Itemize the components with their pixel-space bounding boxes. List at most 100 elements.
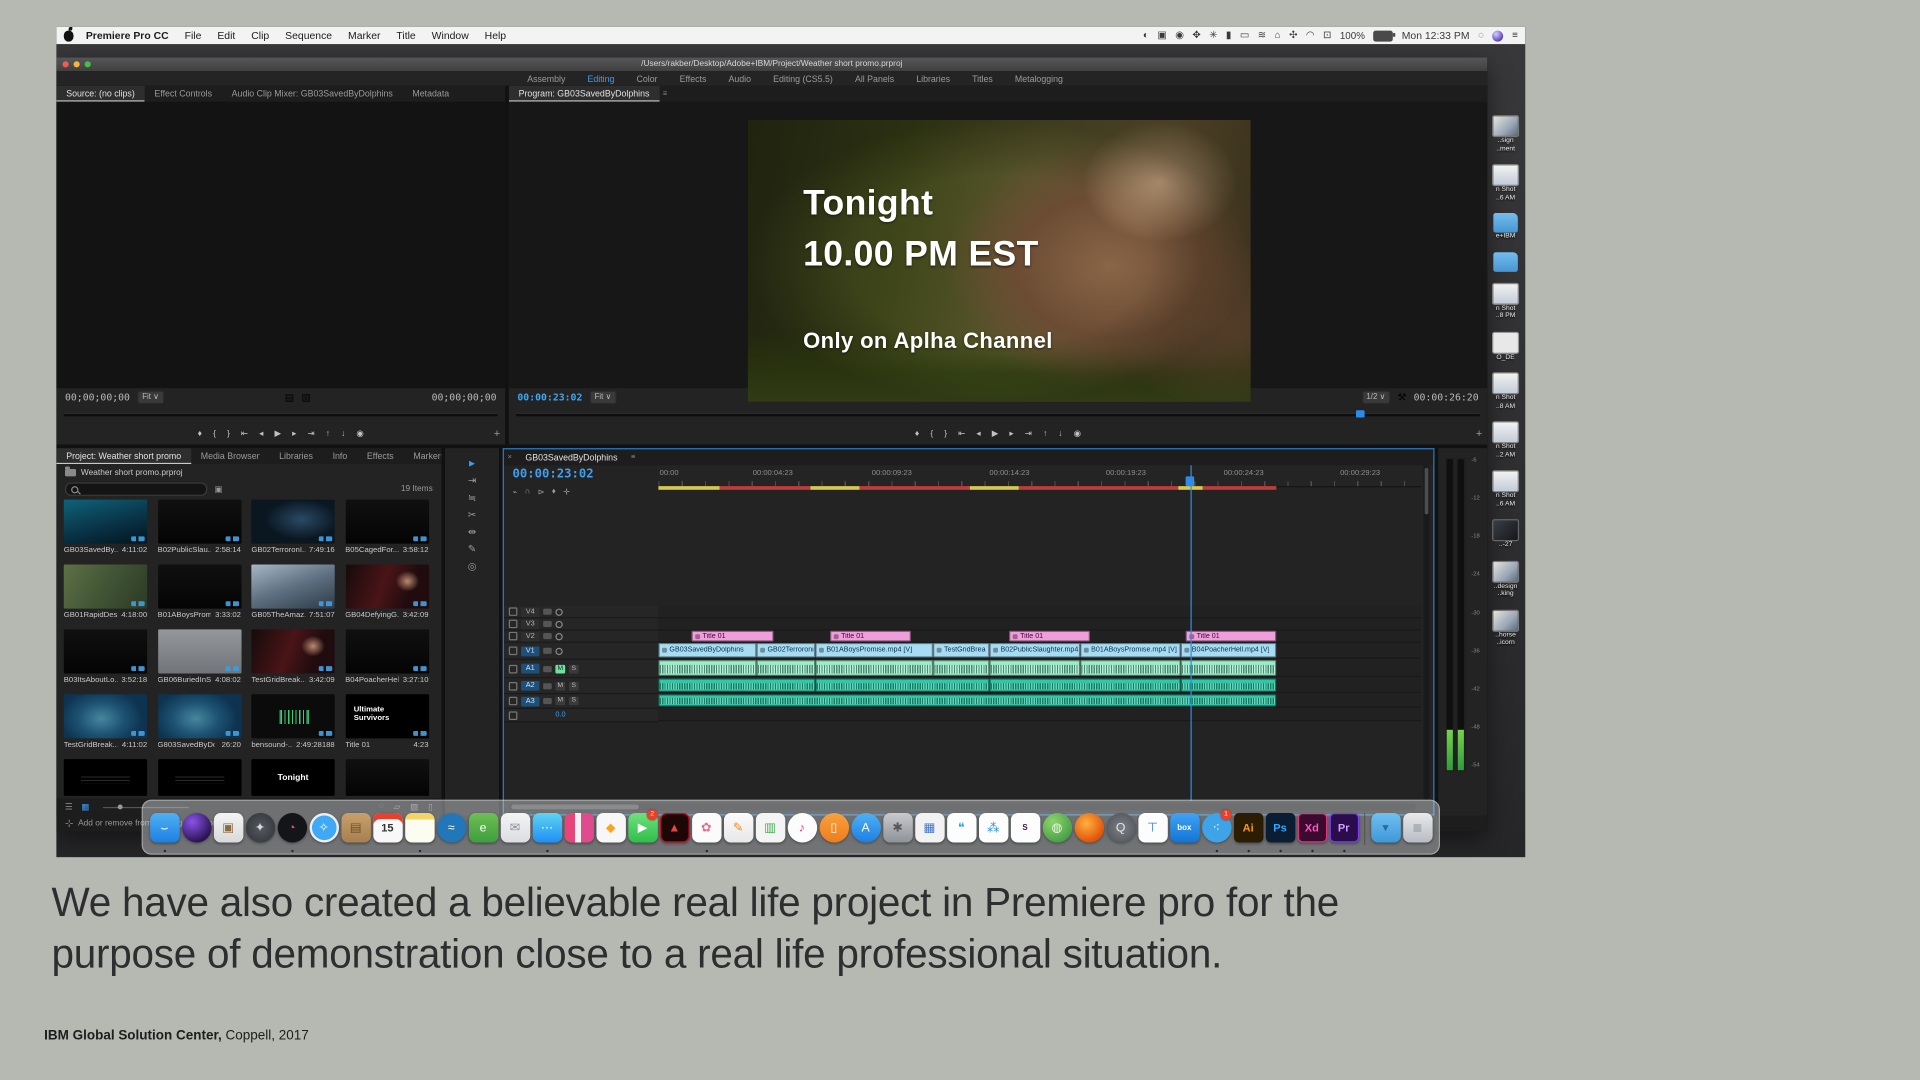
track-lock-icon[interactable] bbox=[508, 710, 518, 720]
timeline-title-clip[interactable]: Title 01 bbox=[830, 630, 911, 642]
project-item-thumbnail[interactable] bbox=[251, 499, 335, 544]
dock-app-icon[interactable]: Xd bbox=[1297, 813, 1328, 853]
program-current-timecode[interactable]: 00:00:23:02 bbox=[517, 392, 582, 403]
menubar-status-icon[interactable]: ✳ bbox=[1209, 27, 1217, 44]
track-lock-icon[interactable] bbox=[508, 619, 518, 629]
project-item[interactable]: B02PublicSlau... 2:58:14 bbox=[157, 499, 241, 555]
track-lock-icon[interactable] bbox=[508, 631, 518, 641]
menubar-status-icon[interactable]: ≋ bbox=[1258, 27, 1266, 44]
timeline-audio-clip[interactable] bbox=[989, 660, 1081, 676]
close-window-button[interactable] bbox=[62, 61, 69, 68]
dock-app-icon[interactable]: ≣ bbox=[1402, 813, 1433, 849]
dock-app-icon[interactable]: ❝ bbox=[946, 813, 977, 849]
program-transport-button[interactable]: ▶ bbox=[992, 425, 999, 445]
dock-app-icon[interactable] bbox=[563, 813, 594, 849]
project-item-thumbnail[interactable] bbox=[345, 629, 429, 674]
timeline-music-clip[interactable] bbox=[658, 694, 1277, 707]
project-item-thumbnail[interactable] bbox=[63, 499, 148, 544]
dock-app-icon[interactable] bbox=[181, 813, 212, 849]
program-fit-dropdown[interactable]: Fit ∨ bbox=[589, 390, 617, 405]
project-item-thumbnail[interactable] bbox=[251, 629, 335, 674]
workspace-tab[interactable]: Editing (CS5.5) bbox=[762, 73, 844, 84]
dock-app-icon[interactable] bbox=[1073, 813, 1104, 849]
project-item-name[interactable]: G803SavedByDo... bbox=[158, 741, 214, 750]
timeline-video-clip[interactable]: B02PublicSlaughter.mp4 [V bbox=[989, 642, 1081, 658]
source-transport-button[interactable]: ♦ bbox=[198, 425, 202, 445]
dock-app-icon[interactable]: Pr bbox=[1328, 813, 1359, 853]
mute-button[interactable]: M bbox=[555, 664, 566, 673]
project-item[interactable]: bensound-... 2:49:28188 bbox=[251, 694, 335, 750]
menubar-status-icon[interactable]: ◉ bbox=[1175, 27, 1184, 44]
project-item-name[interactable]: B03ItsAboutLo... bbox=[64, 676, 118, 685]
timeline-audio-clip[interactable] bbox=[989, 678, 1181, 692]
workspace-tab[interactable]: All Panels bbox=[844, 73, 905, 84]
source-current-timecode[interactable]: 00;00;00;00 bbox=[65, 392, 130, 403]
project-item-thumbnail[interactable] bbox=[157, 499, 241, 544]
dock-app-icon[interactable]: box bbox=[1169, 813, 1200, 849]
tool-button[interactable]: ► bbox=[467, 458, 477, 469]
menubar-status-icon[interactable]: ⊡ bbox=[1323, 27, 1331, 44]
dock-app-icon[interactable]: Ps bbox=[1265, 813, 1296, 853]
mute-button[interactable]: M bbox=[555, 696, 566, 706]
timeline-audio-clip[interactable] bbox=[1180, 660, 1277, 676]
track-header-v4[interactable]: V4 bbox=[503, 606, 659, 619]
timeline-video-clip[interactable]: B01ABoysPromise.mp4 [V] bbox=[1080, 642, 1181, 658]
dock-app-icon[interactable]: ▲ bbox=[659, 813, 690, 849]
project-item-name[interactable]: B04PoacherHel... bbox=[345, 676, 399, 685]
project-item-name[interactable]: Title 01 bbox=[345, 741, 370, 750]
workspace-tab[interactable]: Titles bbox=[961, 73, 1004, 84]
dock-app-icon[interactable]: ◆ bbox=[595, 813, 626, 849]
project-item-thumbnail[interactable] bbox=[63, 629, 148, 674]
drag-video-only-icon[interactable]: ▤ bbox=[285, 389, 294, 406]
project-item-name[interactable]: GB04DefyingG... bbox=[345, 611, 399, 620]
menu-item[interactable]: Window bbox=[432, 29, 469, 41]
dock-app-icon[interactable] bbox=[404, 813, 435, 853]
dock-app-icon[interactable]: ✱ bbox=[882, 813, 913, 849]
timeline-current-timecode[interactable]: 00:00:23:02 bbox=[512, 468, 593, 481]
timeline-title-clip[interactable]: Title 01 bbox=[1009, 630, 1090, 642]
dock-app-icon[interactable]: ⁂ bbox=[978, 813, 1009, 849]
menu-item[interactable]: Premiere Pro CC bbox=[86, 29, 169, 41]
mute-button[interactable]: M bbox=[555, 681, 566, 691]
source-transport-button[interactable]: ↓ bbox=[341, 425, 345, 445]
sync-lock-icon[interactable] bbox=[543, 620, 552, 627]
source-transport-button[interactable]: } bbox=[227, 425, 230, 445]
solo-button[interactable]: S bbox=[568, 664, 579, 673]
tool-button[interactable]: ≒ bbox=[468, 492, 476, 503]
project-panel-tab[interactable]: Info bbox=[323, 448, 357, 464]
desktop-icon[interactable]: ..sign ..ment bbox=[1487, 115, 1524, 153]
project-item-thumbnail[interactable] bbox=[251, 694, 335, 739]
timeline-audio-clip[interactable] bbox=[756, 660, 816, 676]
project-item[interactable] bbox=[63, 759, 148, 796]
project-item[interactable]: GB03SavedBy... 4:11:02 bbox=[63, 499, 148, 555]
source-transport-button[interactable]: ◉ bbox=[356, 425, 363, 445]
program-monitor-viewer[interactable]: Tonight 10.00 PM EST Only on Aplha Chann… bbox=[508, 101, 1488, 402]
workspace-tab[interactable]: Audio bbox=[717, 73, 762, 84]
project-item[interactable]: TestGridBreak... 4:11:02 bbox=[63, 694, 148, 749]
program-button-editor-plus[interactable]: + bbox=[1476, 427, 1482, 439]
spotlight-icon[interactable]: ◌ bbox=[1478, 27, 1484, 44]
bin-view-button[interactable]: ☰ bbox=[65, 802, 73, 812]
project-item[interactable]: B04PoacherHel... 3:27:10 bbox=[345, 629, 429, 685]
solo-button[interactable]: S bbox=[568, 681, 579, 691]
menu-item[interactable]: Clip bbox=[251, 29, 269, 41]
project-item-name[interactable]: GB06BuriedInS... bbox=[158, 676, 212, 685]
project-item-thumbnail[interactable] bbox=[63, 564, 148, 609]
tool-button[interactable]: ◎ bbox=[468, 561, 477, 572]
source-transport-button[interactable]: ⇥ bbox=[307, 425, 314, 445]
project-item-name[interactable]: B01ABoysProm... bbox=[158, 611, 212, 620]
desktop-icon[interactable]: n Shot ..8 AM bbox=[1487, 372, 1524, 410]
sync-lock-icon[interactable] bbox=[543, 665, 552, 672]
workspace-tab[interactable]: Effects bbox=[669, 73, 718, 84]
track-lock-icon[interactable] bbox=[508, 681, 518, 691]
panel-menu-icon[interactable]: ≡ bbox=[659, 90, 671, 97]
search-input[interactable] bbox=[64, 482, 208, 496]
timeline-audio-clip[interactable] bbox=[1080, 660, 1181, 676]
project-item-name[interactable]: GB02TerroronI... bbox=[251, 546, 305, 555]
project-item-name[interactable]: bensound-... bbox=[251, 741, 292, 750]
timeline-toolbar-icon[interactable]: ⌁ bbox=[512, 487, 517, 498]
dock-app-icon[interactable]: ✦ bbox=[245, 813, 276, 849]
project-item-name[interactable]: GB01RapidDes... bbox=[64, 611, 118, 620]
project-item[interactable]: TestGridBreak... 3:42:09 bbox=[251, 629, 335, 684]
track-lane-v4[interactable] bbox=[658, 606, 1421, 619]
